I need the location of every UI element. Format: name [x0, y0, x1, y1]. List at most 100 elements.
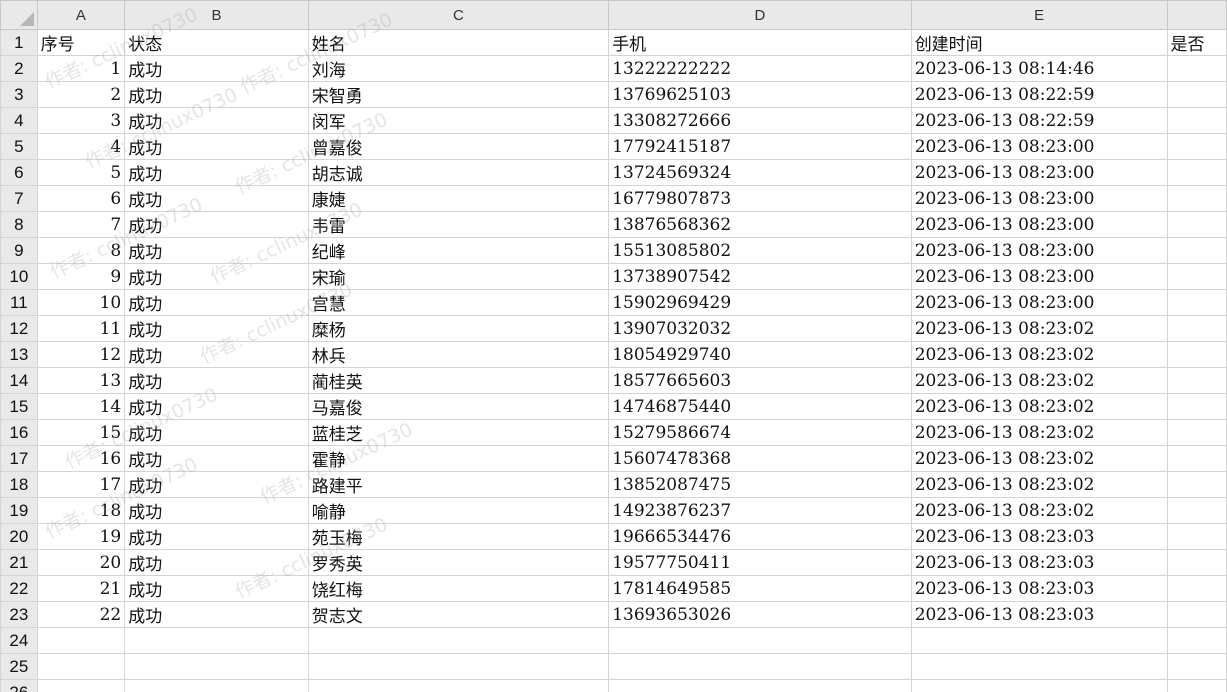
cell-extra[interactable] [1166, 159, 1227, 186]
cell-extra[interactable] [1166, 471, 1227, 498]
cell-name[interactable]: 宋智勇 [307, 81, 610, 108]
column-header-d[interactable]: D [608, 0, 912, 30]
cell-status[interactable]: 成功 [124, 419, 309, 446]
cell-status[interactable]: 成功 [124, 211, 309, 238]
column-header-a[interactable]: A [36, 0, 126, 30]
cell-phone[interactable]: 13852087475 [608, 471, 912, 498]
cell-name[interactable]: 苑玉梅 [307, 523, 610, 550]
row-header[interactable]: 22 [0, 575, 38, 602]
cell-seq[interactable]: 5 [36, 159, 126, 186]
cell-created[interactable]: 2023-06-13 08:23:00 [910, 133, 1168, 160]
select-all-corner[interactable] [0, 0, 38, 30]
cell-name[interactable]: 霍静 [307, 445, 610, 472]
cell-created[interactable]: 2023-06-13 08:23:00 [910, 159, 1168, 186]
cell-status[interactable]: 成功 [124, 55, 309, 82]
row-header[interactable]: 26 [0, 679, 38, 692]
cell-seq[interactable]: 19 [36, 523, 126, 550]
cell-name[interactable]: 饶红梅 [307, 575, 610, 602]
cell-name[interactable]: 喻静 [307, 497, 610, 524]
cell-status[interactable]: 成功 [124, 133, 309, 160]
cell-name[interactable]: 纪峰 [307, 237, 610, 264]
row-header[interactable]: 25 [0, 653, 38, 680]
cell-phone[interactable]: 13907032032 [608, 315, 912, 342]
column-header-b[interactable]: B [124, 0, 309, 30]
cell-phone[interactable]: 18577665603 [608, 367, 912, 394]
cell-header-seq[interactable]: 序号 [36, 29, 126, 56]
row-header[interactable]: 3 [0, 81, 38, 108]
cell-seq[interactable]: 20 [36, 549, 126, 576]
cell-name[interactable]: 闵军 [307, 107, 610, 134]
empty-cell[interactable] [608, 627, 912, 654]
cell-name[interactable]: 蓝桂芝 [307, 419, 610, 446]
column-header-e[interactable]: E [910, 0, 1168, 30]
cell-seq[interactable]: 18 [36, 497, 126, 524]
empty-cell[interactable] [608, 653, 912, 680]
cell-created[interactable]: 2023-06-13 08:23:02 [910, 341, 1168, 368]
empty-cell[interactable] [307, 679, 610, 692]
cell-extra[interactable] [1166, 289, 1227, 316]
row-header[interactable]: 4 [0, 107, 38, 134]
row-header[interactable]: 20 [0, 523, 38, 550]
empty-cell[interactable] [1166, 653, 1227, 680]
cell-created[interactable]: 2023-06-13 08:23:02 [910, 445, 1168, 472]
cell-phone[interactable]: 18054929740 [608, 341, 912, 368]
cell-name[interactable]: 康婕 [307, 185, 610, 212]
cell-name[interactable]: 胡志诚 [307, 159, 610, 186]
cell-phone[interactable]: 15513085802 [608, 237, 912, 264]
cell-seq[interactable]: 2 [36, 81, 126, 108]
row-header[interactable]: 11 [0, 289, 38, 316]
empty-cell[interactable] [910, 679, 1168, 692]
cell-extra[interactable] [1166, 341, 1227, 368]
cell-seq[interactable]: 4 [36, 133, 126, 160]
cell-name[interactable]: 宫慧 [307, 289, 610, 316]
column-header-f[interactable] [1166, 0, 1227, 30]
cell-phone[interactable]: 16779807873 [608, 185, 912, 212]
cell-created[interactable]: 2023-06-13 08:23:03 [910, 601, 1168, 628]
cell-status[interactable]: 成功 [124, 445, 309, 472]
row-header[interactable]: 5 [0, 133, 38, 160]
row-header[interactable]: 1 [0, 29, 38, 56]
cell-header-phone[interactable]: 手机 [608, 29, 912, 56]
cell-seq[interactable]: 12 [36, 341, 126, 368]
empty-cell[interactable] [910, 653, 1168, 680]
row-header[interactable]: 8 [0, 211, 38, 238]
cell-created[interactable]: 2023-06-13 08:23:00 [910, 185, 1168, 212]
row-header[interactable]: 2 [0, 55, 38, 82]
row-header[interactable]: 17 [0, 445, 38, 472]
cell-created[interactable]: 2023-06-13 08:23:02 [910, 471, 1168, 498]
empty-cell[interactable] [910, 627, 1168, 654]
cell-name[interactable]: 马嘉俊 [307, 393, 610, 420]
cell-status[interactable]: 成功 [124, 107, 309, 134]
cell-status[interactable]: 成功 [124, 549, 309, 576]
empty-cell[interactable] [124, 679, 309, 692]
cell-extra[interactable] [1166, 237, 1227, 264]
cell-name[interactable]: 糜杨 [307, 315, 610, 342]
cell-created[interactable]: 2023-06-13 08:23:00 [910, 263, 1168, 290]
cell-seq[interactable]: 15 [36, 419, 126, 446]
cell-extra[interactable] [1166, 211, 1227, 238]
empty-cell[interactable] [36, 627, 126, 654]
row-header[interactable]: 16 [0, 419, 38, 446]
cell-phone[interactable]: 14746875440 [608, 393, 912, 420]
cell-status[interactable]: 成功 [124, 393, 309, 420]
cell-phone[interactable]: 19666534476 [608, 523, 912, 550]
cell-status[interactable]: 成功 [124, 81, 309, 108]
cell-created[interactable]: 2023-06-13 08:23:02 [910, 393, 1168, 420]
cell-extra[interactable] [1166, 55, 1227, 82]
cell-header-name[interactable]: 姓名 [307, 29, 610, 56]
cell-phone[interactable]: 15902969429 [608, 289, 912, 316]
cell-phone[interactable]: 14923876237 [608, 497, 912, 524]
row-header[interactable]: 21 [0, 549, 38, 576]
cell-seq[interactable]: 16 [36, 445, 126, 472]
cell-phone[interactable]: 13308272666 [608, 107, 912, 134]
cell-phone[interactable]: 15279586674 [608, 419, 912, 446]
cell-extra[interactable] [1166, 185, 1227, 212]
cell-seq[interactable]: 3 [36, 107, 126, 134]
cell-phone[interactable]: 13222222222 [608, 55, 912, 82]
cell-seq[interactable]: 1 [36, 55, 126, 82]
cell-name[interactable]: 蔺桂英 [307, 367, 610, 394]
empty-cell[interactable] [124, 627, 309, 654]
cell-name[interactable]: 曾嘉俊 [307, 133, 610, 160]
cell-status[interactable]: 成功 [124, 159, 309, 186]
cell-created[interactable]: 2023-06-13 08:23:00 [910, 237, 1168, 264]
